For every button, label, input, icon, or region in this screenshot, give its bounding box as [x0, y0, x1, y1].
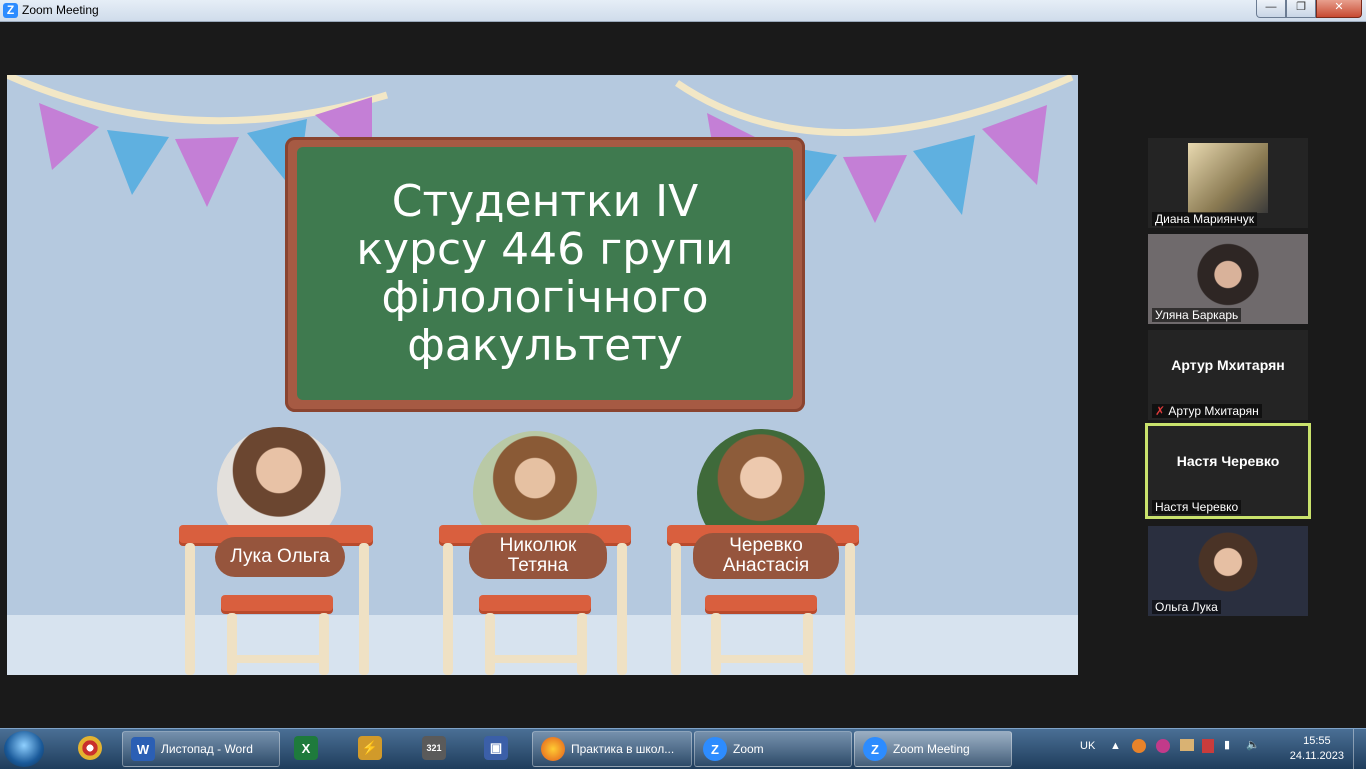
- window-title: Zoom Meeting: [22, 3, 99, 17]
- tray-app-icon[interactable]: [1156, 739, 1170, 753]
- chair-seat: [221, 595, 333, 611]
- taskbar-item-excel[interactable]: X: [286, 731, 342, 765]
- student-nameplate: Николюк Тетяна: [469, 533, 607, 579]
- desk-leg: [671, 543, 681, 675]
- desk-leg: [359, 543, 369, 675]
- zoom-icon: Z: [703, 737, 727, 761]
- participant-name: Артур Мхитарян: [1168, 404, 1259, 418]
- student-desk-3: Черевко Анастасія: [663, 427, 863, 675]
- close-button[interactable]: ✕: [1316, 0, 1362, 18]
- excel-icon: X: [294, 736, 318, 760]
- chair-seat: [479, 595, 591, 611]
- maximize-button[interactable]: ❐: [1286, 0, 1316, 18]
- taskbar-item-firefox[interactable]: Практика в школ...: [532, 731, 692, 767]
- chalkboard: Студентки IV курсу 446 групи філологічно…: [285, 137, 805, 412]
- participant-video: [1188, 143, 1268, 213]
- media-player-icon: 321: [422, 736, 446, 760]
- window-controls: — ❐ ✕: [1256, 0, 1362, 18]
- tray-app-icon[interactable]: [1202, 739, 1214, 753]
- taskbar-item-zoom-meeting[interactable]: Z Zoom Meeting: [854, 731, 1012, 767]
- taskbar-item-word[interactable]: W Листопад - Word: [122, 731, 280, 767]
- participant-tile[interactable]: Диана Мариянчук: [1148, 138, 1308, 228]
- taskbar-item-label: Практика в школ...: [571, 742, 675, 756]
- student-nameplate: Лука Ольга: [215, 537, 345, 577]
- start-button[interactable]: [4, 731, 44, 767]
- desk-leg: [443, 543, 453, 675]
- winamp-icon: ⚡: [358, 736, 382, 760]
- chair-leg: [319, 613, 329, 675]
- windows-taskbar: W Листопад - Word X ⚡ 321 ▣ Практика в ш…: [0, 728, 1366, 769]
- participant-name: Диана Мариянчук: [1152, 212, 1257, 226]
- chair-seat: [705, 595, 817, 611]
- taskbar-item-label: Zoom: [733, 742, 764, 756]
- slide-title: Студентки IV курсу 446 групи філологічно…: [356, 175, 734, 371]
- student-name-line1: Николюк: [499, 535, 577, 556]
- tray-app-icon[interactable]: [1180, 739, 1194, 751]
- taskbar-item-label: Zoom Meeting: [893, 742, 970, 756]
- chair-rail: [231, 655, 327, 663]
- taskbar-item-zoom[interactable]: Z Zoom: [694, 731, 852, 767]
- taskbar-item-label: Листопад - Word: [161, 742, 253, 756]
- student-desk-1: Лука Ольга: [179, 427, 379, 675]
- network-icon[interactable]: ▮: [1224, 738, 1230, 751]
- participant-display-name: Настя Черевко: [1176, 453, 1280, 469]
- chrome-pinned[interactable]: [70, 731, 110, 765]
- student-name-line2: Тетяна: [507, 555, 569, 576]
- tray-app-icon[interactable]: [1132, 739, 1146, 753]
- window-titlebar: Z Zoom Meeting — ❐ ✕: [0, 0, 1366, 22]
- student-name-line2: Анастасія: [722, 555, 810, 576]
- taskbar-clock[interactable]: 15:55 24.11.2023: [1290, 734, 1344, 764]
- browser-icon: [78, 736, 102, 760]
- participant-name-label: ✗ Артур Мхитарян: [1152, 404, 1262, 418]
- chalkboard-surface: Студентки IV курсу 446 групи філологічно…: [297, 147, 793, 400]
- word-icon: W: [131, 737, 155, 761]
- volume-icon[interactable]: 🔈: [1246, 738, 1260, 751]
- participant-tile[interactable]: Артур Мхитарян ✗ Артур Мхитарян: [1148, 330, 1308, 420]
- participant-tile[interactable]: Уляна Баркарь: [1148, 234, 1308, 324]
- chair-leg: [485, 613, 495, 675]
- participant-name: Уляна Баркарь: [1152, 308, 1242, 322]
- student-name-line1: Лука Ольга: [230, 546, 330, 567]
- system-tray: UK ▲ ▮ 🔈 15:55 24.11.2023: [1076, 729, 1366, 769]
- language-indicator[interactable]: UK: [1080, 740, 1095, 752]
- taskbar-item-winamp[interactable]: ⚡: [350, 731, 406, 765]
- chair-rail: [489, 655, 585, 663]
- desk-leg: [185, 543, 195, 675]
- muted-mic-icon: ✗: [1155, 404, 1166, 418]
- chair-leg: [227, 613, 237, 675]
- clock-date: 24.11.2023: [1289, 750, 1344, 762]
- zoom-icon: Z: [3, 3, 18, 18]
- taskbar-item-media-player[interactable]: 321: [414, 731, 470, 765]
- save-icon: ▣: [484, 736, 508, 760]
- show-hidden-icons-icon[interactable]: ▲: [1110, 740, 1121, 752]
- desk-leg: [845, 543, 855, 675]
- clock-time: 15:55: [1303, 735, 1331, 747]
- shared-screen-slide: Студентки IV курсу 446 групи філологічно…: [7, 75, 1078, 675]
- participant-tile-active-speaker[interactable]: Настя Черевко Настя Черевко: [1145, 423, 1311, 519]
- taskbar-item-save[interactable]: ▣: [476, 731, 532, 765]
- student-name-line1: Черевко: [729, 535, 803, 556]
- minimize-button[interactable]: —: [1256, 0, 1286, 18]
- firefox-icon: [541, 737, 565, 761]
- student-nameplate: Черевко Анастасія: [693, 533, 839, 579]
- show-desktop-button[interactable]: [1353, 729, 1366, 769]
- participant-name: Настя Черевко: [1152, 500, 1242, 514]
- zoom-icon: Z: [863, 737, 887, 761]
- chair-leg: [577, 613, 587, 675]
- desk-leg: [617, 543, 627, 675]
- participant-name: Ольга Лука: [1152, 600, 1221, 614]
- chair-leg: [711, 613, 721, 675]
- participant-display-name: Артур Мхитарян: [1171, 357, 1285, 373]
- participant-tile[interactable]: Ольга Лука: [1148, 526, 1308, 616]
- chair-leg: [803, 613, 813, 675]
- chair-rail: [715, 655, 811, 663]
- student-desk-2: Николюк Тетяна: [435, 427, 635, 675]
